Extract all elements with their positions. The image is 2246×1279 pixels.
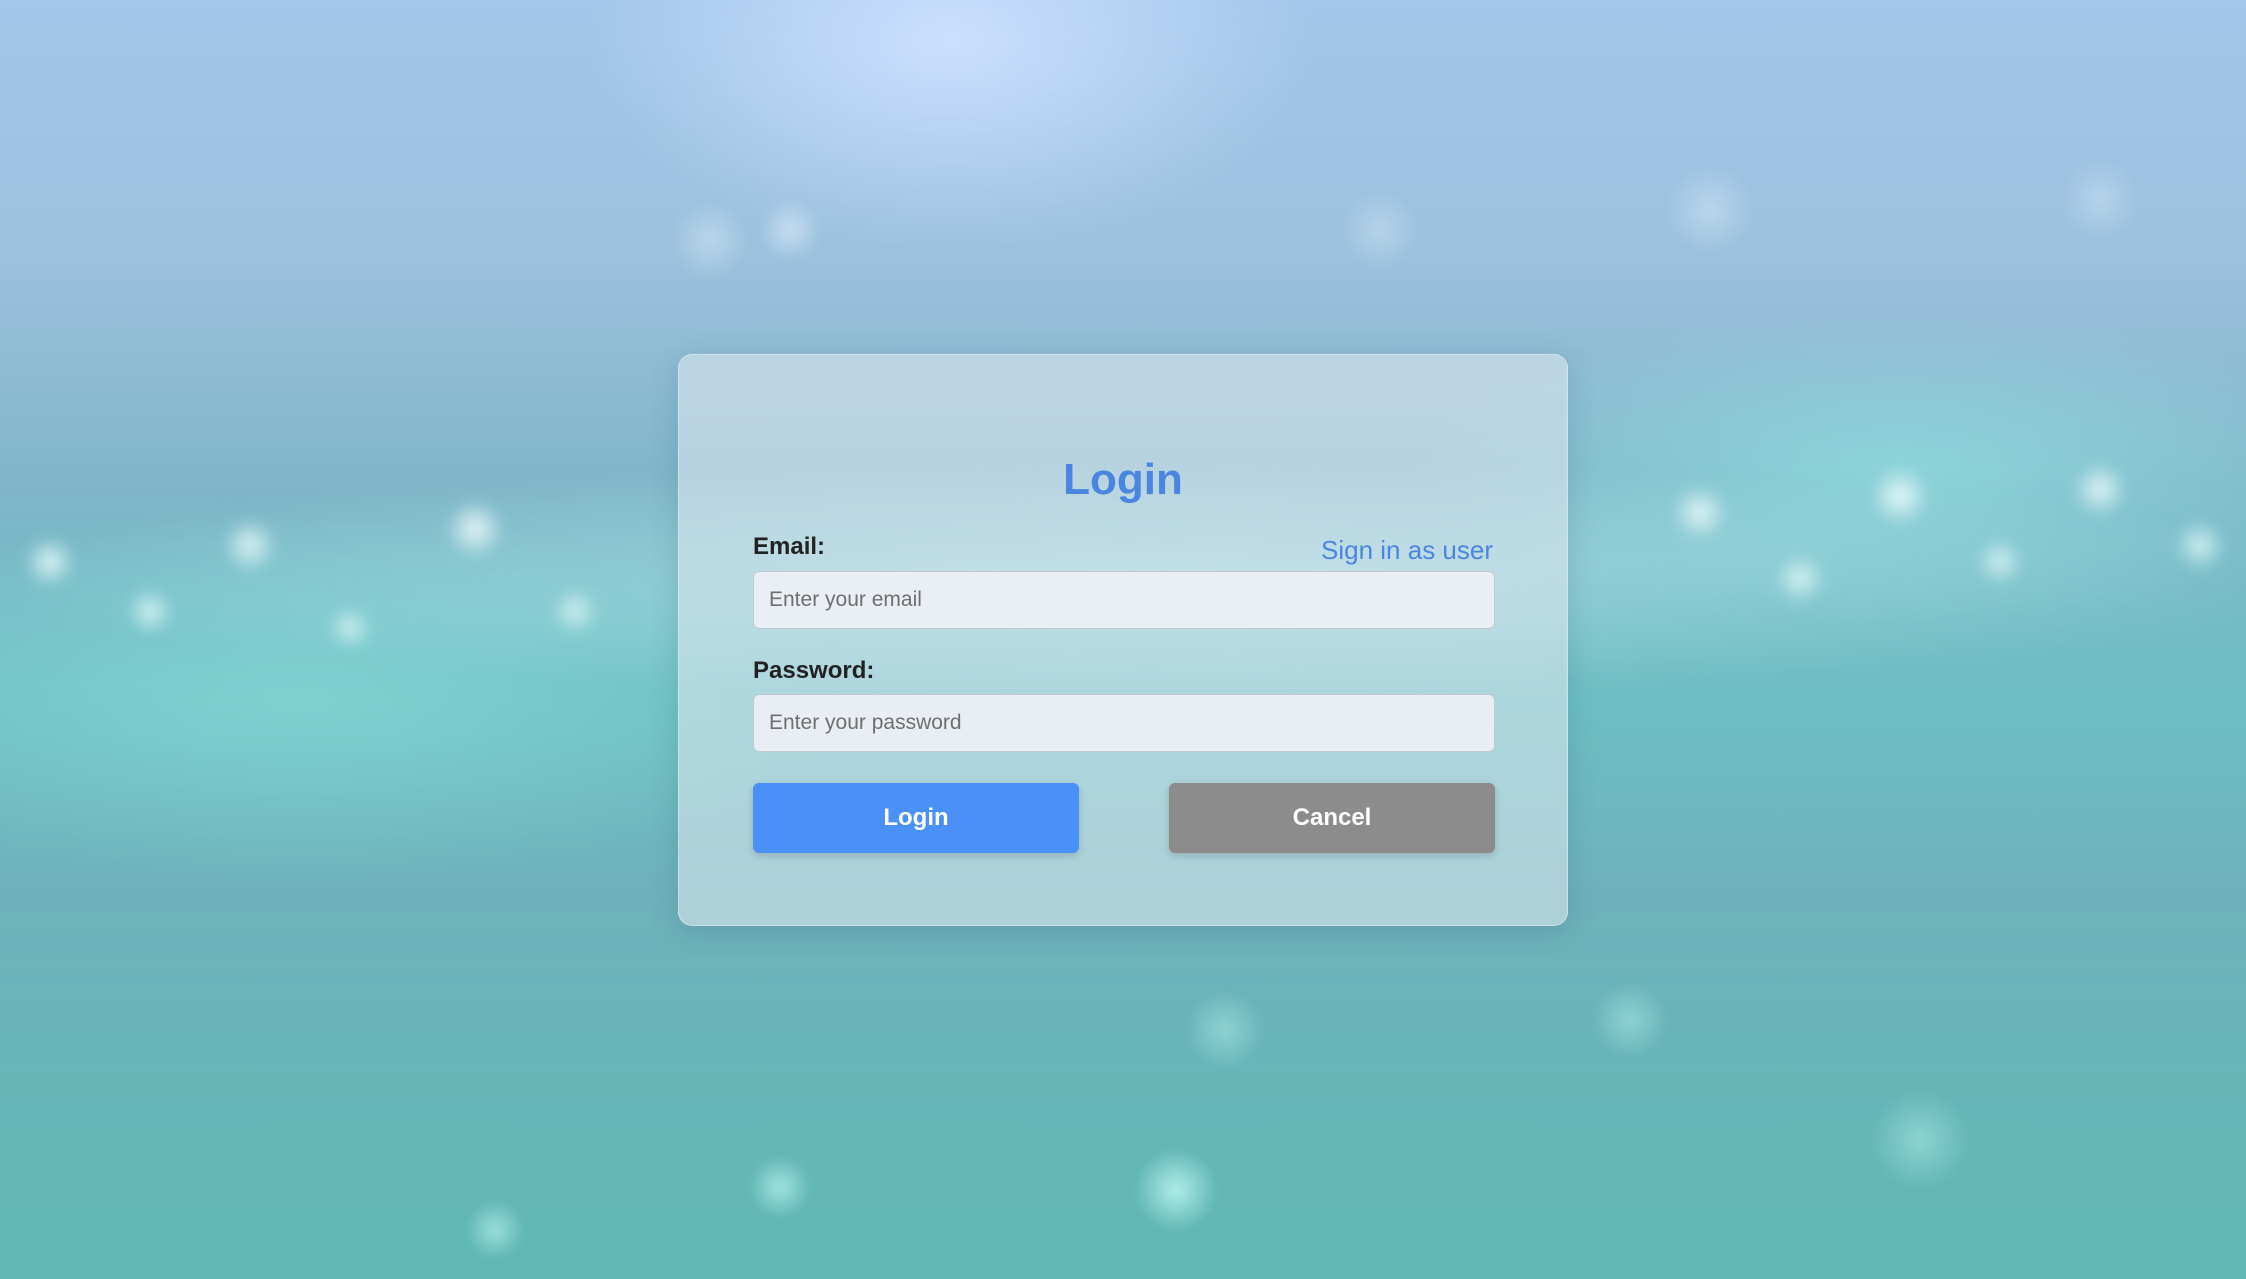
sign-in-as-user-link[interactable]: Sign in as user (1321, 535, 1493, 566)
password-input[interactable] (753, 694, 1495, 752)
bokeh-lights-top (0, 0, 2246, 320)
bokeh-lights-bottom (0, 900, 2246, 1279)
login-card: Login Email: Sign in as user Password: L… (678, 354, 1568, 926)
email-input[interactable] (753, 571, 1495, 629)
password-label: Password: (753, 657, 875, 684)
email-label: Email: (753, 533, 826, 560)
login-title: Login (1063, 455, 1183, 504)
cancel-button[interactable]: Cancel (1169, 783, 1495, 853)
login-button[interactable]: Login (753, 783, 1079, 853)
